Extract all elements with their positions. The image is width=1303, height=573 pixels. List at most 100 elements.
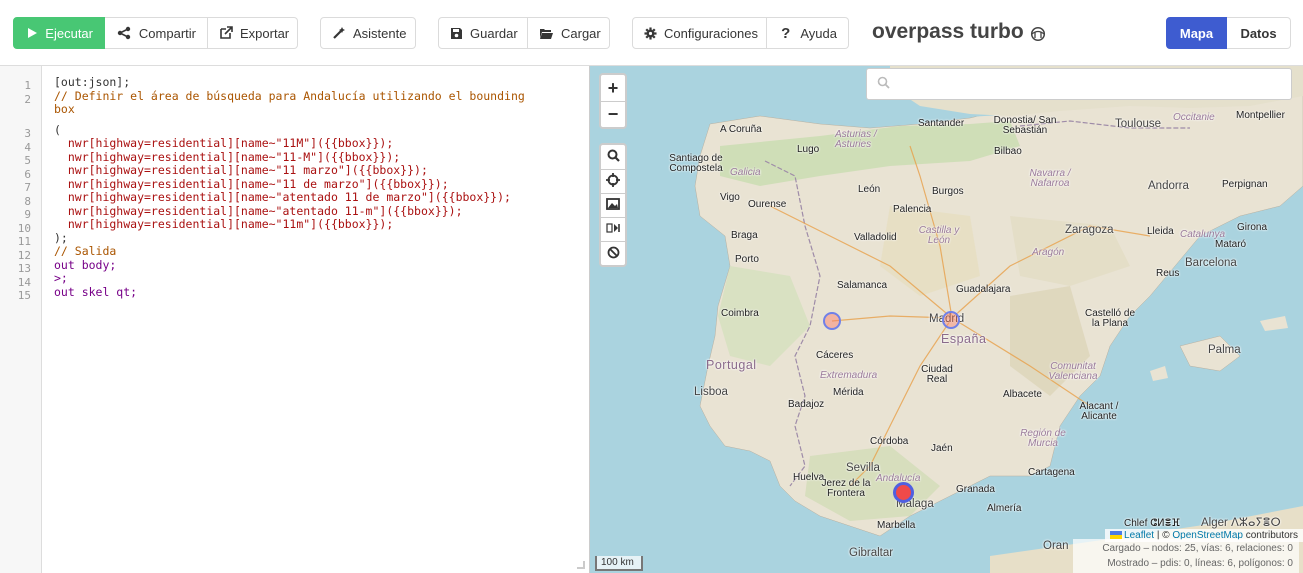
clear-data-button[interactable] (601, 241, 625, 265)
line-number-gutter: 1 2 3 4 5 6 7 8 9 10 11 12 13 14 15 (0, 66, 42, 573)
map-label: Girona (1237, 222, 1268, 233)
map-label: Vigo (720, 192, 740, 203)
map-search-box[interactable] (866, 68, 1292, 100)
load-button[interactable]: Cargar (528, 17, 610, 49)
map-label: Jerez de la Frontera (821, 478, 871, 499)
map-label: Comunitat Valenciana (1048, 361, 1098, 382)
map-label: Ciudad Real (921, 364, 953, 385)
map-label: Córdoba (870, 436, 909, 447)
map-label: Región de Murcia (1020, 428, 1066, 449)
code-line: nwr[highway=residential][name~"11m"]({{b… (54, 217, 394, 231)
brand-text: overpass turbo (872, 20, 1024, 43)
export-label: Exportar (240, 25, 290, 41)
code-line: nwr[highway=residential][name~"11 marzo"… (54, 163, 428, 177)
settings-label: Configuraciones (664, 25, 758, 41)
map-label: Lleida (1147, 226, 1174, 237)
map-label: Alacant / Alicante (1079, 401, 1119, 422)
map-label: Aragón (1032, 247, 1065, 258)
export-image-button[interactable] (601, 193, 625, 217)
map-label: Toulouse (1115, 118, 1162, 130)
map-label: Marbella (877, 520, 916, 531)
split-view-icon (606, 222, 620, 237)
map-label: Mataró (1215, 239, 1247, 250)
map-label: Lugo (797, 144, 820, 155)
result-marker[interactable] (893, 482, 914, 503)
map-label: Castelló de la Plana (1084, 308, 1136, 329)
save-icon (450, 25, 463, 41)
map-label: Jaén (931, 443, 953, 454)
run-label: Ejecutar (45, 25, 93, 41)
map-view[interactable]: A Coruña Lugo Asturias / Asturies Santan… (590, 66, 1303, 573)
result-marker[interactable] (823, 312, 841, 330)
map-label: Montpellier (1236, 110, 1285, 121)
line-number: 7 (24, 181, 31, 194)
map-label: León (858, 184, 881, 195)
share-button[interactable]: Compartir (105, 17, 208, 49)
map-label: Bilbao (994, 146, 1022, 157)
map-label: Albacete (1003, 389, 1042, 400)
code-editor[interactable]: 1 2 3 4 5 6 7 8 9 10 11 12 13 14 15 [out… (0, 66, 590, 573)
share-label: Compartir (138, 25, 196, 41)
map-label: Donostia/ San Sebastián (993, 115, 1057, 136)
line-number: 2 (24, 93, 31, 106)
map-label: Badajoz (788, 399, 825, 410)
overpass-logo-icon (1030, 24, 1046, 42)
map-label: Coimbra (721, 308, 759, 319)
line-number: 1 (24, 79, 31, 92)
map-label: Guadalajara (956, 284, 1011, 295)
help-button[interactable]: ? Ayuda (767, 17, 849, 49)
resize-handle[interactable] (577, 561, 585, 569)
tab-data[interactable]: Datos (1227, 17, 1291, 49)
zoom-in-button[interactable]: + (601, 75, 625, 101)
play-icon (25, 25, 38, 41)
map-label: Sevilla (846, 462, 880, 474)
map-label: Perpignan (1222, 179, 1268, 190)
locate-me-button[interactable] (601, 169, 625, 193)
magic-wand-icon (332, 25, 346, 41)
line-number: 8 (24, 195, 31, 208)
map-label: Asturias / Asturies (835, 129, 877, 150)
crosshair-icon (606, 173, 620, 190)
settings-button[interactable]: Configuraciones (632, 17, 767, 49)
map-label: Alger ⴷⵣⴰⵢⴻⵔ (1201, 517, 1281, 529)
map-label: Portugal (706, 358, 757, 372)
zoom-out-button[interactable]: − (601, 101, 625, 127)
result-marker[interactable] (942, 311, 960, 329)
map-search-input[interactable] (898, 76, 1278, 92)
code-line: [out:json]; (54, 75, 131, 89)
map-label: Porto (735, 254, 759, 265)
ban-icon (607, 246, 620, 262)
run-button[interactable]: Ejecutar (13, 17, 105, 49)
line-number: 12 (17, 249, 31, 262)
search-icon (877, 76, 890, 92)
line-number: 13 (17, 262, 31, 275)
map-label: Extremadura (820, 370, 878, 381)
fullscreen-data-button[interactable] (601, 217, 625, 241)
tab-map[interactable]: Mapa (1166, 17, 1227, 49)
map-label: A Coruña (720, 124, 762, 135)
map-label: Oran (1043, 540, 1069, 552)
code-line: nwr[highway=residential][name~"11M"]({{b… (54, 136, 394, 150)
load-label: Cargar (561, 25, 601, 41)
map-label: Reus (1156, 268, 1180, 279)
data-stats: Cargado – nodos: 25, vías: 6, relaciones… (1073, 539, 1299, 573)
export-button[interactable]: Exportar (208, 17, 298, 49)
search-icon (607, 149, 620, 165)
help-label: Ayuda (800, 25, 837, 41)
code-line: out skel qt; (54, 285, 138, 299)
wizard-button[interactable]: Asistente (320, 17, 416, 49)
scale-bar: 100 km (595, 556, 643, 571)
zoom-to-data-button[interactable] (601, 145, 625, 169)
code-line: // Definir el área de búsqueda para Anda… (54, 89, 525, 103)
wizard-label: Asistente (353, 25, 407, 41)
map-label: Lisboa (694, 386, 728, 398)
map-label: Castilla y León (918, 225, 960, 246)
map-label: Galicia (730, 167, 761, 178)
map-label: Salamanca (837, 280, 888, 291)
save-button[interactable]: Guardar (438, 17, 528, 49)
line-number: 11 (17, 235, 31, 248)
brand-title: overpass turbo (872, 20, 1046, 44)
zoom-control: + − (599, 73, 627, 129)
map-label: Gibraltar (849, 547, 894, 559)
map-label: Andorra (1148, 180, 1189, 192)
